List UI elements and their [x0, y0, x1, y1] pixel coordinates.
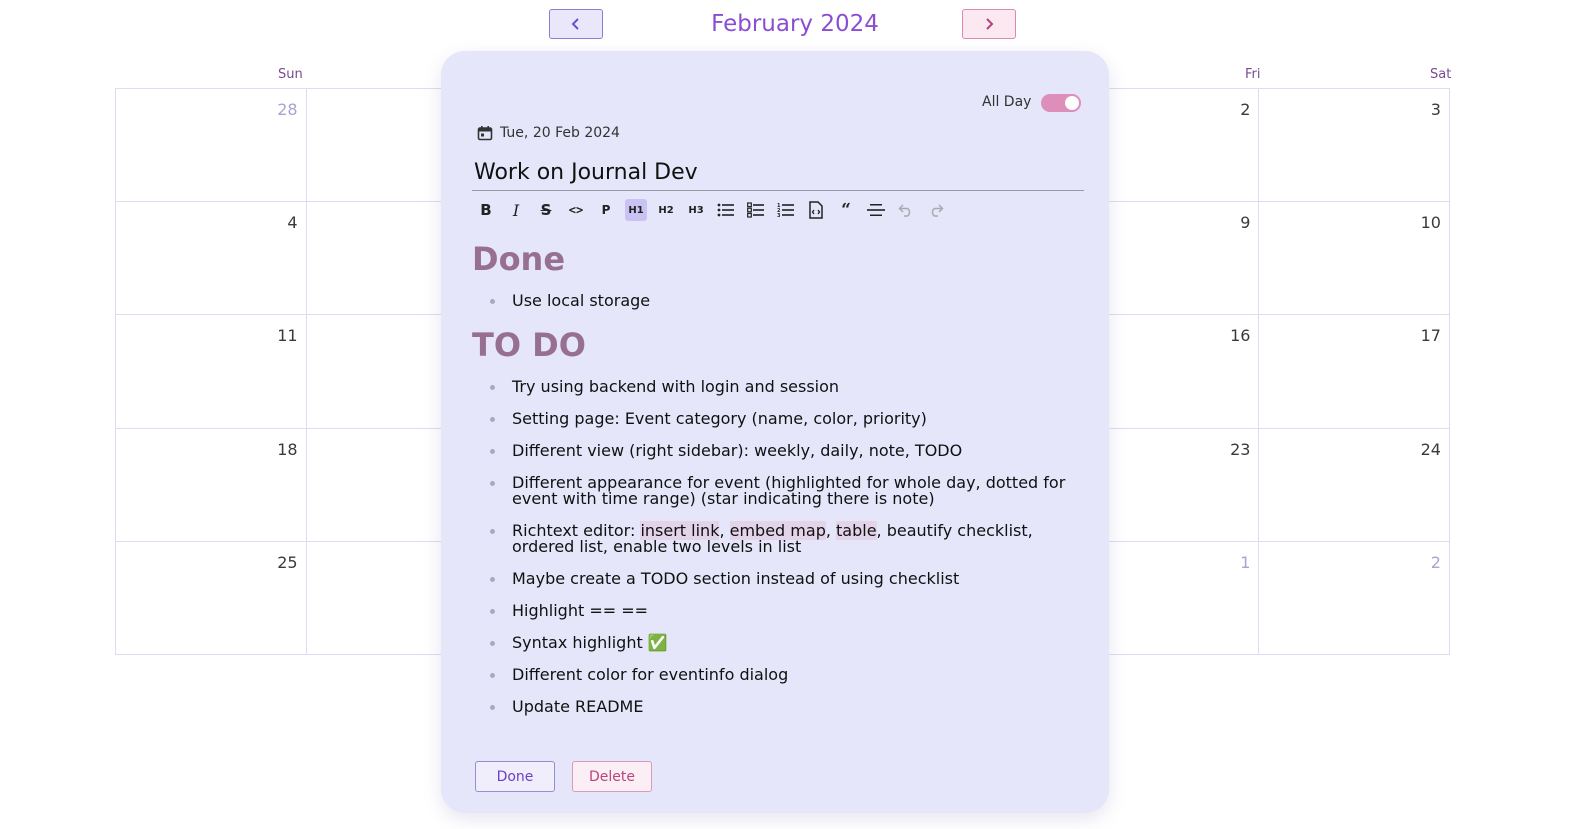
event-date-text: Tue, 20 Feb 2024: [500, 125, 620, 141]
weekday-sun: Sun: [278, 67, 303, 82]
list-item-text: ,: [825, 521, 837, 540]
day-cell[interactable]: 28: [116, 89, 307, 203]
editor-content[interactable]: Done Use local storage TO DO Try using b…: [472, 239, 1072, 731]
done-button[interactable]: Done: [475, 761, 555, 792]
italic-button[interactable]: I: [505, 199, 527, 221]
prev-month-button[interactable]: [549, 9, 603, 39]
svg-text:3: 3: [777, 213, 781, 218]
heading-done: Done: [472, 240, 566, 278]
bullet-list-button[interactable]: [715, 199, 737, 221]
event-title-input[interactable]: [472, 155, 1084, 191]
code-button[interactable]: <>: [565, 199, 587, 221]
strikethrough-icon: S: [540, 201, 552, 219]
list-item: Try using backend with login and session: [490, 379, 1072, 395]
day-cell[interactable]: 2: [1259, 541, 1450, 655]
day-number: 24: [1420, 439, 1441, 459]
day-number: 2: [1240, 100, 1251, 119]
bold-icon: B: [480, 201, 492, 219]
heading3-button[interactable]: H3: [685, 199, 707, 221]
toggle-knob: [1065, 96, 1079, 110]
day-number: 1: [1240, 552, 1251, 572]
day-cell[interactable]: 25: [116, 541, 307, 655]
list-item: Maybe create a TODO section instead of u…: [490, 571, 1072, 587]
editor-toolbar: B I S <> P H1 H2 H3 123 “: [475, 199, 947, 221]
next-month-button[interactable]: [962, 9, 1016, 39]
done-list: Use local storage: [472, 293, 1072, 309]
month-title: February 2024: [711, 11, 879, 37]
paragraph-button[interactable]: P: [595, 199, 617, 221]
code-block-icon: [809, 201, 823, 219]
day-number: 11: [277, 326, 298, 346]
day-number: 10: [1420, 213, 1441, 233]
code-block-button[interactable]: [805, 199, 827, 221]
bullet-list-icon: [717, 203, 734, 217]
day-cell[interactable]: 17: [1259, 315, 1450, 429]
weekday-fri: Fri: [1245, 67, 1261, 82]
heading1-button[interactable]: H1: [625, 199, 647, 221]
day-cell[interactable]: 11: [116, 315, 307, 429]
list-item: Different view (right sidebar): weekly, …: [490, 443, 1072, 459]
todo-list: Try using backend with login and session…: [472, 379, 1072, 715]
heading1-icon: H1: [628, 204, 644, 216]
list-item: Setting page: Event category (name, colo…: [490, 411, 1072, 427]
all-day-label: All Day: [982, 94, 1032, 110]
day-number: 28: [277, 100, 298, 119]
list-item: Richtext editor: insert link, embed map,…: [490, 521, 1072, 555]
quote-icon: “: [841, 200, 851, 220]
strikethrough-button[interactable]: S: [535, 199, 557, 221]
horizontal-rule-button[interactable]: [865, 199, 887, 221]
day-cell[interactable]: 18: [116, 428, 307, 542]
day-number: 18: [277, 439, 298, 459]
heading2-button[interactable]: H2: [655, 199, 677, 221]
list-item: Different color for eventinfo dialog: [490, 667, 1072, 683]
calendar-icon: [477, 126, 493, 141]
horizontal-rule-icon: [867, 204, 885, 216]
list-item: Use local storage: [490, 293, 1072, 309]
heading3-icon: H3: [688, 204, 704, 216]
chevron-left-icon: [571, 18, 579, 30]
paragraph-icon: P: [601, 203, 611, 217]
day-cell[interactable]: 3: [1259, 89, 1450, 203]
italic-icon: I: [512, 200, 520, 220]
code-icon: <>: [568, 203, 584, 217]
day-number: 16: [1230, 326, 1251, 346]
blockquote-button[interactable]: “: [835, 199, 857, 221]
checklist-icon: [747, 202, 764, 218]
heading-todo: TO DO: [472, 326, 586, 364]
day-cell[interactable]: 10: [1259, 202, 1450, 316]
event-date[interactable]: Tue, 20 Feb 2024: [477, 125, 620, 141]
bold-button[interactable]: B: [475, 199, 497, 221]
day-cell[interactable]: 24: [1259, 428, 1450, 542]
list-item: Different appearance for event (highligh…: [490, 475, 1072, 507]
ordered-list-button[interactable]: 123: [775, 199, 797, 221]
list-item: Highlight == ==: [490, 603, 1072, 619]
day-number: 4: [287, 213, 298, 233]
undo-icon: [898, 204, 911, 217]
day-number: 17: [1420, 326, 1441, 346]
list-item: Update README: [490, 699, 1072, 715]
redo-icon: [931, 204, 944, 217]
day-number: 3: [1430, 100, 1441, 119]
heading2-icon: H2: [658, 204, 674, 216]
delete-button[interactable]: Delete: [572, 761, 652, 792]
day-cell[interactable]: 4: [116, 202, 307, 316]
chevron-right-icon: [986, 18, 994, 30]
day-number: 2: [1430, 552, 1441, 572]
day-number: 25: [277, 552, 298, 572]
checklist-button[interactable]: [745, 199, 767, 221]
list-item: Syntax highlight ✅: [490, 635, 1072, 651]
all-day-toggle[interactable]: [1041, 94, 1081, 112]
undo-button[interactable]: [895, 199, 917, 221]
ordered-list-icon: 123: [777, 203, 794, 218]
highlighted-text: table: [836, 521, 877, 540]
event-dialog: All Day Tue, 20 Feb 2024 B I S <> P H1 H…: [441, 51, 1109, 813]
day-number: 23: [1230, 439, 1251, 459]
weekday-sat: Sat: [1430, 67, 1452, 82]
day-number: 9: [1240, 213, 1251, 233]
redo-button[interactable]: [925, 199, 947, 221]
